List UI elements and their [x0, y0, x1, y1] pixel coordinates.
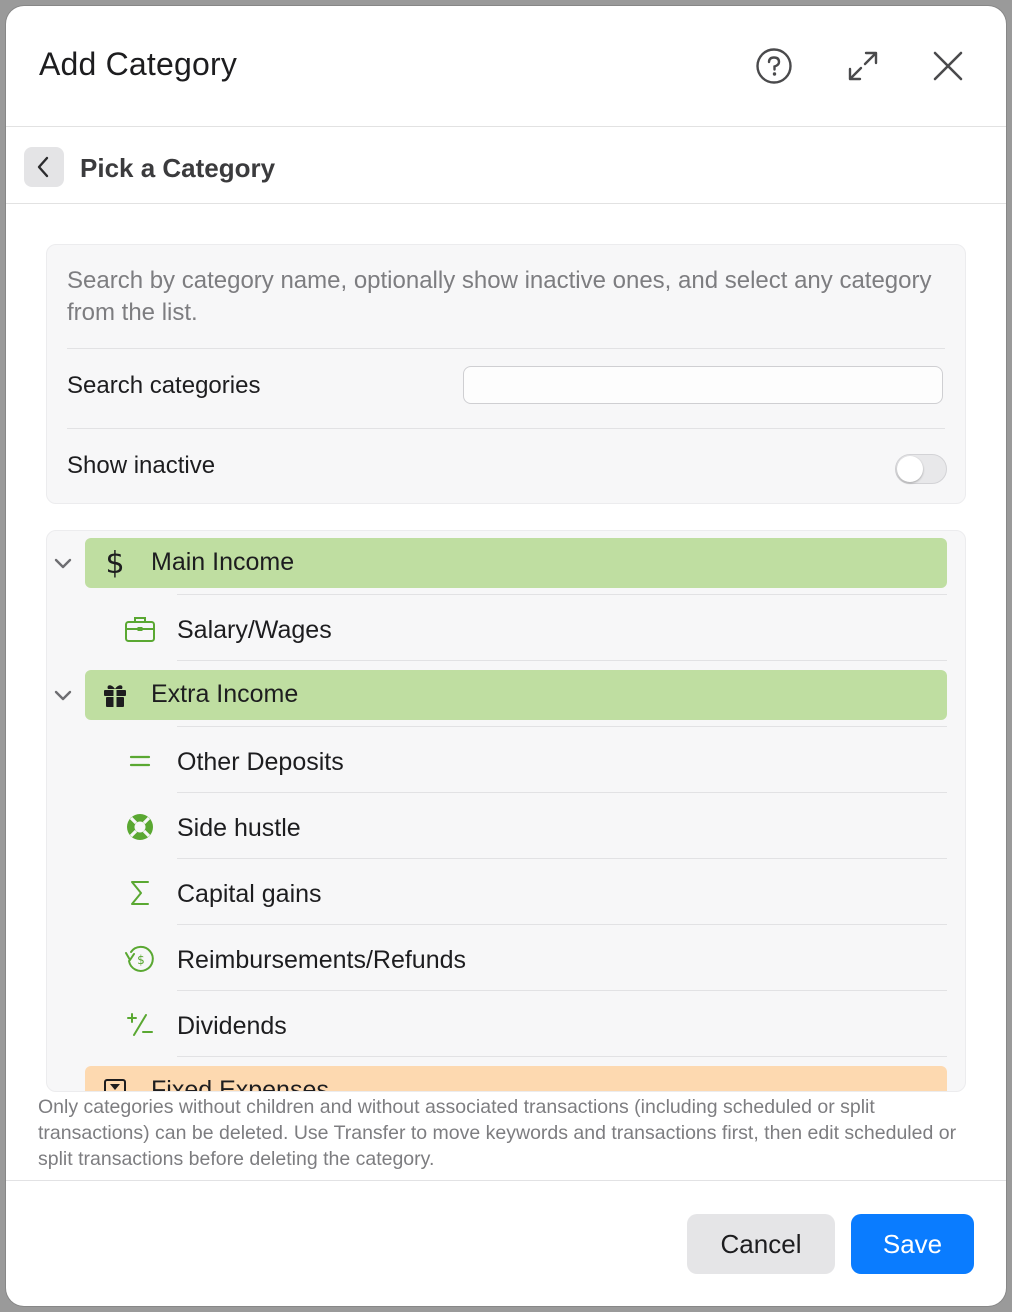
search-card: Search by category name, optionally show… — [46, 244, 966, 504]
plus-minus-icon — [123, 1008, 157, 1042]
divider — [177, 792, 947, 793]
lifebuoy-icon — [123, 810, 157, 844]
divider — [177, 660, 947, 661]
category-item[interactable]: Salary/Wages — [177, 616, 332, 645]
category-group-main-income[interactable]: $ Main Income — [85, 538, 947, 588]
save-button[interactable]: Save — [851, 1214, 974, 1274]
toggle-knob — [897, 456, 923, 482]
category-group-fixed-expenses[interactable]: Fixed Expenses — [85, 1066, 947, 1092]
title-bar: Add Category — [6, 6, 1006, 127]
dialog-title: Add Category — [39, 46, 238, 82]
category-group-extra-income[interactable]: Extra Income — [85, 670, 947, 720]
show-inactive-label: Show inactive — [67, 452, 216, 479]
category-item[interactable]: Side hustle — [177, 814, 301, 843]
svg-text:$: $ — [137, 953, 145, 967]
page-title: Pick a Category — [80, 153, 276, 183]
sigma-icon — [123, 876, 157, 910]
category-item[interactable]: Capital gains — [177, 880, 322, 909]
deletion-note: Only categories without children and wit… — [38, 1096, 957, 1170]
category-group-label: Fixed Expenses — [151, 1076, 329, 1092]
category-tree[interactable]: $ Main Income Salary/Wages Extra Income … — [46, 530, 966, 1092]
search-input[interactable] — [463, 366, 943, 404]
divider — [177, 858, 947, 859]
equals-icon — [123, 744, 157, 778]
divider — [177, 990, 947, 991]
content-area: Search by category name, optionally show… — [6, 204, 1006, 1092]
divider — [67, 428, 945, 429]
divider — [177, 1056, 947, 1057]
dollar-icon: $ — [105, 545, 125, 581]
refund-icon: $ — [123, 942, 157, 976]
cancel-button[interactable]: Cancel — [687, 1214, 835, 1274]
search-description: Search by category name, optionally show… — [67, 267, 932, 326]
expand-icon[interactable] — [843, 46, 883, 86]
back-button[interactable] — [24, 147, 64, 187]
gift-icon — [99, 679, 131, 711]
divider — [177, 594, 947, 595]
divider — [67, 348, 945, 349]
chevron-down-icon[interactable] — [51, 684, 75, 708]
divider — [177, 924, 947, 925]
divider — [6, 1180, 1006, 1181]
briefcase-icon — [123, 612, 157, 646]
category-item[interactable]: Dividends — [177, 1012, 287, 1041]
hourglass-icon — [99, 1075, 131, 1091]
close-icon[interactable] — [928, 46, 968, 86]
search-label: Search categories — [67, 372, 261, 399]
help-icon[interactable] — [754, 46, 794, 86]
add-category-dialog: Add Category Pick a Category Search by c… — [6, 6, 1006, 1306]
category-item[interactable]: Reimbursements/Refunds — [177, 946, 466, 975]
sub-header: Pick a Category — [6, 127, 1006, 204]
chevron-down-icon[interactable] — [51, 552, 75, 576]
category-group-label: Extra Income — [151, 680, 299, 708]
show-inactive-toggle[interactable] — [895, 454, 947, 484]
chevron-left-icon — [37, 156, 49, 178]
divider — [177, 726, 947, 727]
category-group-label: Main Income — [151, 548, 295, 576]
category-item[interactable]: Other Deposits — [177, 748, 344, 777]
